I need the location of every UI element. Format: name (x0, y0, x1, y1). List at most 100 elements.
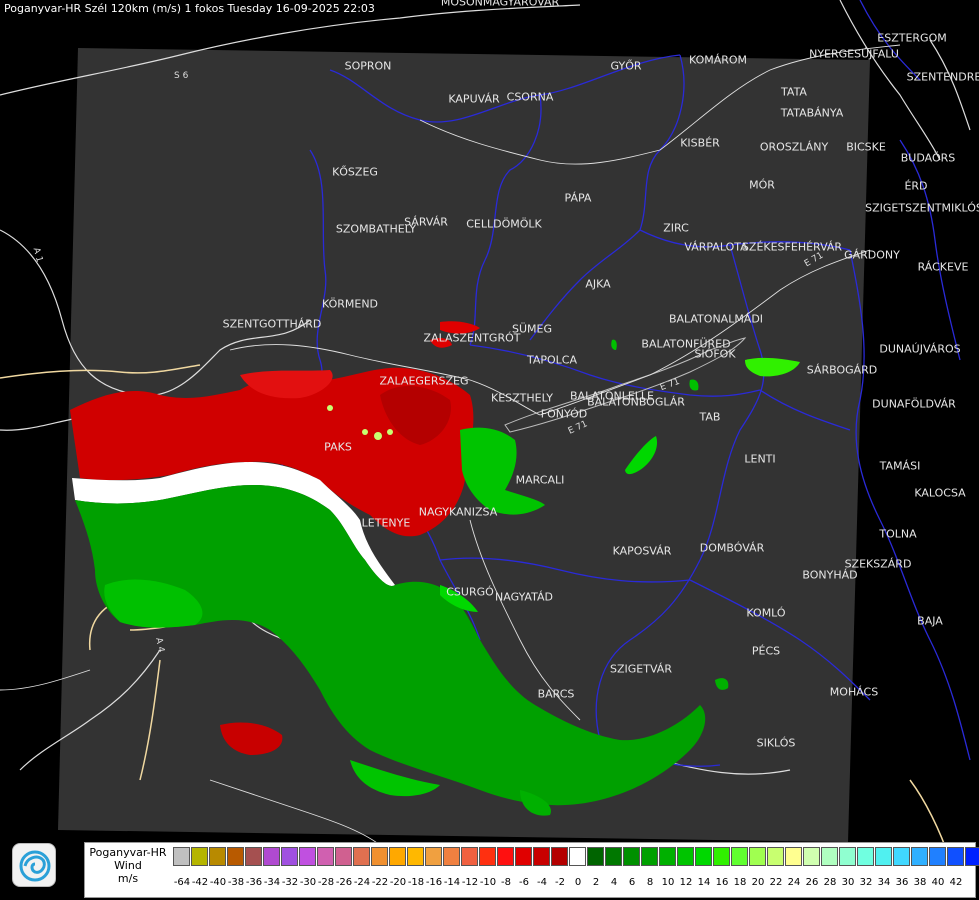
city-label: TAB (699, 410, 721, 424)
legend-tick: -38 (227, 877, 245, 888)
legend-swatch (587, 847, 604, 866)
legend-swatch (641, 847, 658, 866)
city-label: GÁRDONY (844, 248, 900, 262)
legend-tick: 26 (805, 877, 819, 888)
legend-tick: 20 (751, 877, 765, 888)
city-label: SZENTENDRE (906, 70, 979, 84)
legend-tick: -4 (537, 877, 547, 888)
city-label: DUNAFÖLDVÁR (872, 397, 956, 411)
city-label: SZIGETVÁR (610, 662, 672, 676)
city-label: KESZTHELY (490, 391, 554, 405)
legend-swatch (803, 847, 820, 866)
legend-tick: 10 (661, 877, 675, 888)
legend-tick: -36 (245, 877, 263, 888)
city-label: BALATONBOGLÁR (587, 395, 685, 409)
legend-swatch (695, 847, 712, 866)
legend-tick: 0 (574, 877, 582, 888)
legend-tick: -24 (353, 877, 371, 888)
legend-tick: -30 (299, 877, 317, 888)
city-label: TAPOLCA (526, 353, 578, 367)
legend-tick: -8 (501, 877, 511, 888)
city-label: KAPUVÁR (448, 92, 500, 106)
city-label: ZALASZENTGRÓT (423, 331, 521, 345)
city-label: FONYÓD (540, 407, 588, 421)
city-label: SZIGETSZENTMIKLÓS (865, 201, 979, 215)
city-label: SZÉKESFEHÉRVÁR (741, 240, 843, 254)
legend-tick: -12 (461, 877, 479, 888)
city-label: BUDAÖRS (900, 151, 956, 165)
legend-swatch (551, 847, 568, 866)
legend-swatch (785, 847, 802, 866)
city-label: MOSONMAGYARÓVÁR (440, 0, 560, 9)
city-label: CSURGÓ (446, 585, 494, 599)
legend-swatch (407, 847, 424, 866)
legend-tick: -14 (443, 877, 461, 888)
city-label: KOMLÓ (746, 606, 786, 620)
city-label: LETENYE (361, 516, 411, 530)
legend-tick: -42 (191, 877, 209, 888)
city-label: BARCS (537, 687, 575, 701)
legend-tick: -6 (519, 877, 529, 888)
legend-swatch (839, 847, 856, 866)
legend-swatch (659, 847, 676, 866)
city-label: NAGYATÁD (495, 590, 553, 604)
legend-swatch (533, 847, 550, 866)
city-label: KÖRMEND (321, 297, 379, 311)
legend-tick: 30 (841, 877, 855, 888)
legend-swatch (281, 847, 298, 866)
legend-label: Poganyvar-HR Wind m/s (85, 843, 171, 899)
legend-quantity: Wind (114, 859, 142, 872)
legend-swatch (443, 847, 460, 866)
city-label: ZALAEGERSZEG (379, 374, 469, 388)
city-label: AJKA (585, 277, 611, 291)
legend-swatch (857, 847, 874, 866)
legend-color-scale (173, 847, 979, 867)
legend-tick: 8 (646, 877, 654, 888)
legend-swatch (893, 847, 910, 866)
legend-swatch (569, 847, 586, 866)
city-label: VÁRPALOTA (684, 240, 748, 254)
city-label: MÓR (749, 178, 775, 192)
city-label: CELLDÖMÖLK (466, 217, 542, 231)
legend-swatch (299, 847, 316, 866)
legend: Poganyvar-HR Wind m/s -64 -42 -40 -38 -36 -34… (84, 842, 979, 899)
city-label: TAMÁSI (879, 459, 921, 473)
legend-swatch (371, 847, 388, 866)
city-label: KŐSZEG (332, 165, 378, 179)
legend-tick: 2 (592, 877, 600, 888)
legend-tick: 18 (733, 877, 747, 888)
legend-tick: -26 (335, 877, 353, 888)
legend-swatch (515, 847, 532, 866)
legend-tick: -64 (173, 877, 191, 888)
legend-swatch (173, 847, 190, 866)
legend-swatch (767, 847, 784, 866)
city-label: KAPOSVÁR (612, 544, 672, 558)
city-label: NYERGESÚJFALU (809, 47, 899, 61)
city-label: SÁRBOGÁRD (806, 363, 878, 377)
legend-tick: -22 (371, 877, 389, 888)
legend-swatch (623, 847, 640, 866)
legend-swatch (425, 847, 442, 866)
legend-swatch (245, 847, 262, 866)
city-label: NAGYKANIZSA (418, 505, 498, 519)
legend-tick: 38 (913, 877, 927, 888)
city-label: ZIRC (663, 221, 689, 235)
legend-tick: 14 (697, 877, 711, 888)
legend-tick: 22 (769, 877, 783, 888)
road-label: S 6 (174, 71, 189, 81)
legend-tick: 42 (949, 877, 963, 888)
city-label: KALOCSA (914, 486, 966, 500)
city-label: PAKS (324, 440, 352, 454)
city-label: TATA (781, 85, 807, 99)
legend-unit: m/s (117, 872, 139, 885)
city-label: DUNAÚJVÁROS (879, 342, 961, 356)
city-label: SOPRON (344, 59, 392, 73)
city-label: SZENTGOTTHÁRD (222, 317, 322, 331)
legend-tick: 40 (931, 877, 945, 888)
city-label: PÁPA (564, 191, 592, 205)
weather-logo-icon (12, 843, 56, 887)
legend-swatch (911, 847, 928, 866)
legend-swatch (191, 847, 208, 866)
legend-swatch (461, 847, 478, 866)
city-label: RÁCKEVE (917, 260, 969, 274)
